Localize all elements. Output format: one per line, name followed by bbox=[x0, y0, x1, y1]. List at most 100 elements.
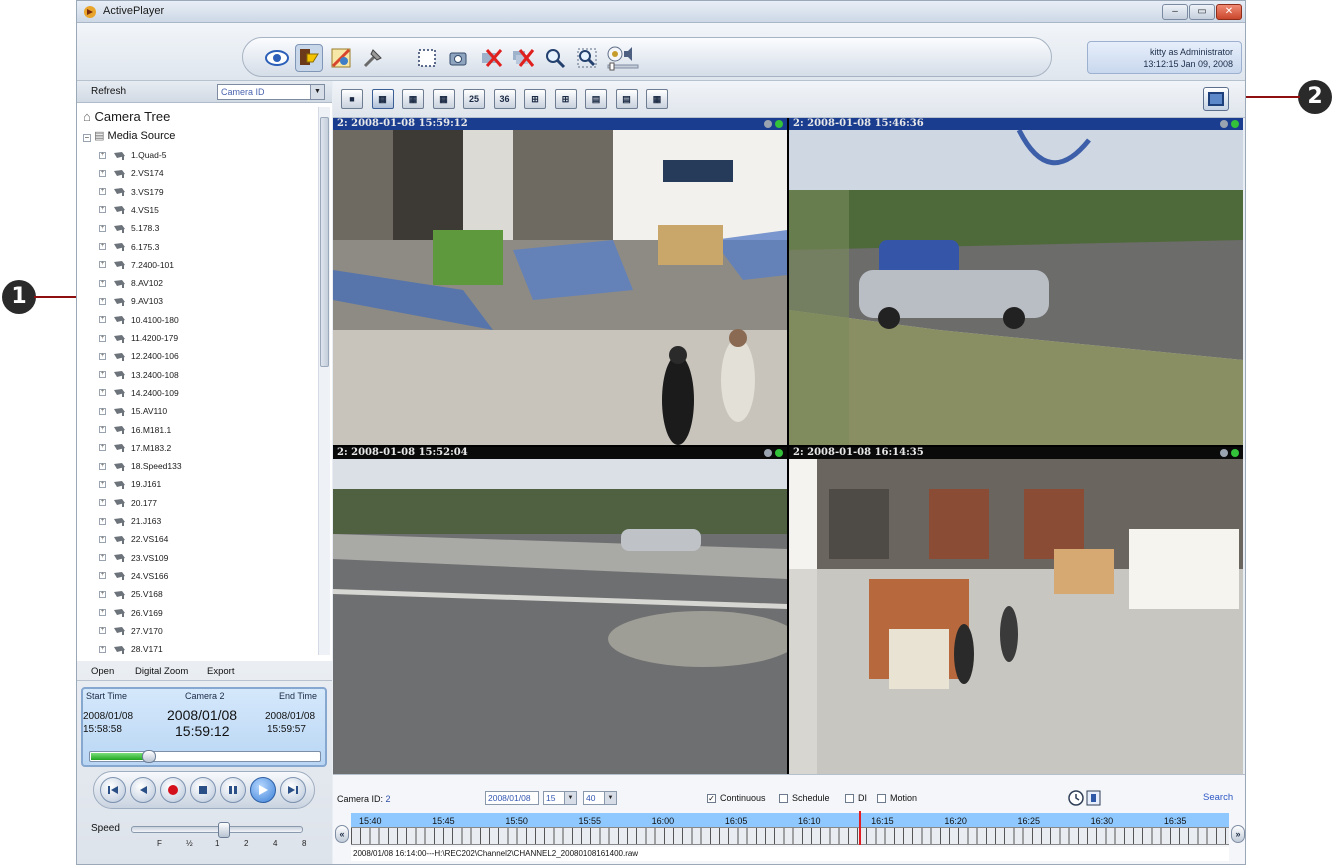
fit-screen-button[interactable] bbox=[413, 44, 441, 72]
video-pane-2[interactable]: 2: 2008-01-08 15:46:36 bbox=[789, 118, 1243, 445]
tree-scrollbar-thumb[interactable] bbox=[320, 117, 329, 367]
close-button[interactable]: ✕ bbox=[1216, 4, 1242, 20]
camera-tree-item[interactable]: +23.VS109 bbox=[99, 550, 168, 566]
camera-tree-item[interactable]: +28.V171 bbox=[99, 641, 163, 657]
snapshot-button[interactable] bbox=[445, 44, 473, 72]
camera-tree-item[interactable]: +3.VS179 bbox=[99, 184, 164, 200]
expand-icon[interactable]: + bbox=[99, 444, 106, 452]
disconnect-button[interactable] bbox=[477, 44, 505, 72]
speed-slider-knob[interactable] bbox=[218, 822, 230, 838]
camera-tree-item[interactable]: +20.177 bbox=[99, 495, 157, 511]
expand-icon[interactable]: + bbox=[99, 554, 106, 562]
camera-tree-item[interactable]: +12.2400-106 bbox=[99, 348, 179, 364]
config-button[interactable] bbox=[327, 44, 355, 72]
expand-icon[interactable]: + bbox=[99, 224, 106, 232]
clock-icon[interactable] bbox=[1068, 790, 1102, 806]
camera-tree-item[interactable]: +21.J163 bbox=[99, 513, 161, 529]
open-button[interactable]: Open bbox=[91, 666, 114, 677]
playback-progress[interactable] bbox=[89, 750, 321, 763]
continuous-checkbox[interactable]: ✓ Continuous bbox=[707, 793, 766, 803]
camera-tree-root[interactable]: ⌂ Camera Tree bbox=[83, 109, 170, 124]
chevron-down-icon[interactable]: ▼ bbox=[604, 792, 616, 804]
camera-tree-item[interactable]: +5.178.3 bbox=[99, 220, 159, 236]
expand-icon[interactable]: + bbox=[99, 517, 106, 525]
speed-slider[interactable] bbox=[131, 822, 303, 838]
checkbox-checked-icon[interactable]: ✓ bbox=[707, 793, 716, 803]
camera-tree-item[interactable]: +14.2400-109 bbox=[99, 385, 179, 401]
checkbox-icon[interactable] bbox=[877, 793, 886, 803]
timeline[interactable]: « 15:40 15:45 15:50 15:55 16:00 16:05 16:10 16:… bbox=[335, 811, 1245, 864]
video-pane-3[interactable]: 2: 2008-01-08 15:52:04 bbox=[333, 447, 787, 774]
full-screen-button[interactable] bbox=[1203, 87, 1229, 111]
camera-tree-item[interactable]: +22.VS164 bbox=[99, 531, 168, 547]
expand-icon[interactable]: + bbox=[99, 389, 106, 397]
export-button[interactable]: Export bbox=[207, 666, 234, 677]
layout-button-25[interactable]: 25 bbox=[463, 89, 485, 109]
camera-tree-item[interactable]: +27.V170 bbox=[99, 623, 163, 639]
camera-tree-item[interactable]: +15.AV110 bbox=[99, 403, 167, 419]
expand-icon[interactable]: + bbox=[99, 572, 106, 580]
expand-icon[interactable]: + bbox=[99, 480, 106, 488]
di-checkbox[interactable]: DI bbox=[845, 793, 867, 803]
audio-button[interactable] bbox=[605, 44, 641, 72]
tree-scrollbar[interactable] bbox=[318, 107, 330, 655]
camera-tree-item[interactable]: +8.AV102 bbox=[99, 275, 163, 291]
camera-tree-item[interactable]: +18.Speed133 bbox=[99, 458, 182, 474]
layout-button-1-9[interactable]: ▦ bbox=[646, 89, 668, 109]
expand-icon[interactable]: + bbox=[99, 609, 106, 616]
zoom-region-button[interactable] bbox=[573, 44, 601, 72]
timeline-prev-button[interactable]: « bbox=[335, 825, 349, 843]
expand-icon[interactable]: + bbox=[99, 535, 106, 543]
expand-icon[interactable]: + bbox=[99, 279, 106, 287]
media-source-node[interactable]: – ▤ Media Source bbox=[83, 129, 175, 142]
live-view-button[interactable] bbox=[263, 44, 291, 72]
camera-tree-item[interactable]: +25.V168 bbox=[99, 586, 163, 602]
layout-button-1-5[interactable]: ⊞ bbox=[524, 89, 546, 109]
stop-button[interactable] bbox=[190, 777, 216, 803]
expand-icon[interactable]: + bbox=[99, 169, 106, 177]
video-pane-1[interactable]: 2: 2008-01-08 15:59:12 bbox=[333, 118, 787, 445]
step-back-button[interactable] bbox=[130, 777, 156, 803]
schedule-checkbox[interactable]: Schedule bbox=[779, 793, 830, 803]
expand-icon[interactable]: + bbox=[99, 334, 106, 342]
layout-button-3x3[interactable]: ▦ bbox=[402, 89, 424, 109]
timeline-ticks[interactable] bbox=[351, 827, 1229, 845]
checkbox-icon[interactable] bbox=[779, 793, 788, 803]
minute-select[interactable]: 40 ▼ bbox=[583, 791, 617, 805]
expand-icon[interactable]: + bbox=[99, 151, 106, 159]
layout-button-36[interactable]: 36 bbox=[493, 89, 516, 109]
date-field[interactable]: 2008/01/08 bbox=[485, 791, 539, 805]
expand-icon[interactable]: + bbox=[99, 371, 106, 379]
expand-icon[interactable]: + bbox=[99, 243, 106, 250]
camera-tree-item[interactable]: +2.VS174 bbox=[99, 165, 164, 181]
hour-select[interactable]: 15 ▼ bbox=[543, 791, 577, 805]
layout-button-2x2[interactable]: ▦ bbox=[371, 89, 394, 109]
refresh-button[interactable]: Refresh bbox=[91, 86, 126, 97]
chevron-down-icon[interactable]: ▼ bbox=[564, 792, 576, 804]
camera-tree-item[interactable]: +13.2400-108 bbox=[99, 367, 179, 383]
collapse-icon[interactable]: – bbox=[83, 134, 91, 142]
motion-checkbox[interactable]: Motion bbox=[877, 793, 917, 803]
layout-button-4x4[interactable]: ▦ bbox=[432, 89, 455, 109]
expand-icon[interactable]: + bbox=[99, 645, 106, 653]
camera-tree-item[interactable]: +26.V169 bbox=[99, 605, 163, 621]
timeline-cursor[interactable] bbox=[859, 811, 861, 845]
camera-tree-item[interactable]: +9.AV103 bbox=[99, 293, 163, 309]
digital-zoom-button[interactable]: Digital Zoom bbox=[135, 666, 188, 677]
camera-tree-item[interactable]: +4.VS15 bbox=[99, 202, 159, 218]
play-button[interactable] bbox=[250, 777, 276, 803]
checkbox-icon[interactable] bbox=[845, 793, 854, 803]
camera-tree-item[interactable]: +16.M181.1 bbox=[99, 422, 171, 438]
expand-icon[interactable]: + bbox=[99, 188, 106, 196]
expand-icon[interactable]: + bbox=[99, 462, 106, 470]
maximize-button[interactable]: ▭ bbox=[1189, 4, 1215, 20]
camera-tree-item[interactable]: +24.VS166 bbox=[99, 568, 168, 584]
expand-icon[interactable]: + bbox=[99, 206, 106, 214]
expand-icon[interactable]: + bbox=[99, 590, 106, 598]
chevron-down-icon[interactable]: ▼ bbox=[310, 85, 324, 99]
playback-button[interactable] bbox=[295, 44, 323, 72]
expand-icon[interactable]: + bbox=[99, 407, 106, 415]
minimize-button[interactable]: – bbox=[1162, 4, 1188, 20]
disconnect-all-button[interactable] bbox=[509, 44, 537, 72]
expand-icon[interactable]: + bbox=[99, 261, 106, 269]
